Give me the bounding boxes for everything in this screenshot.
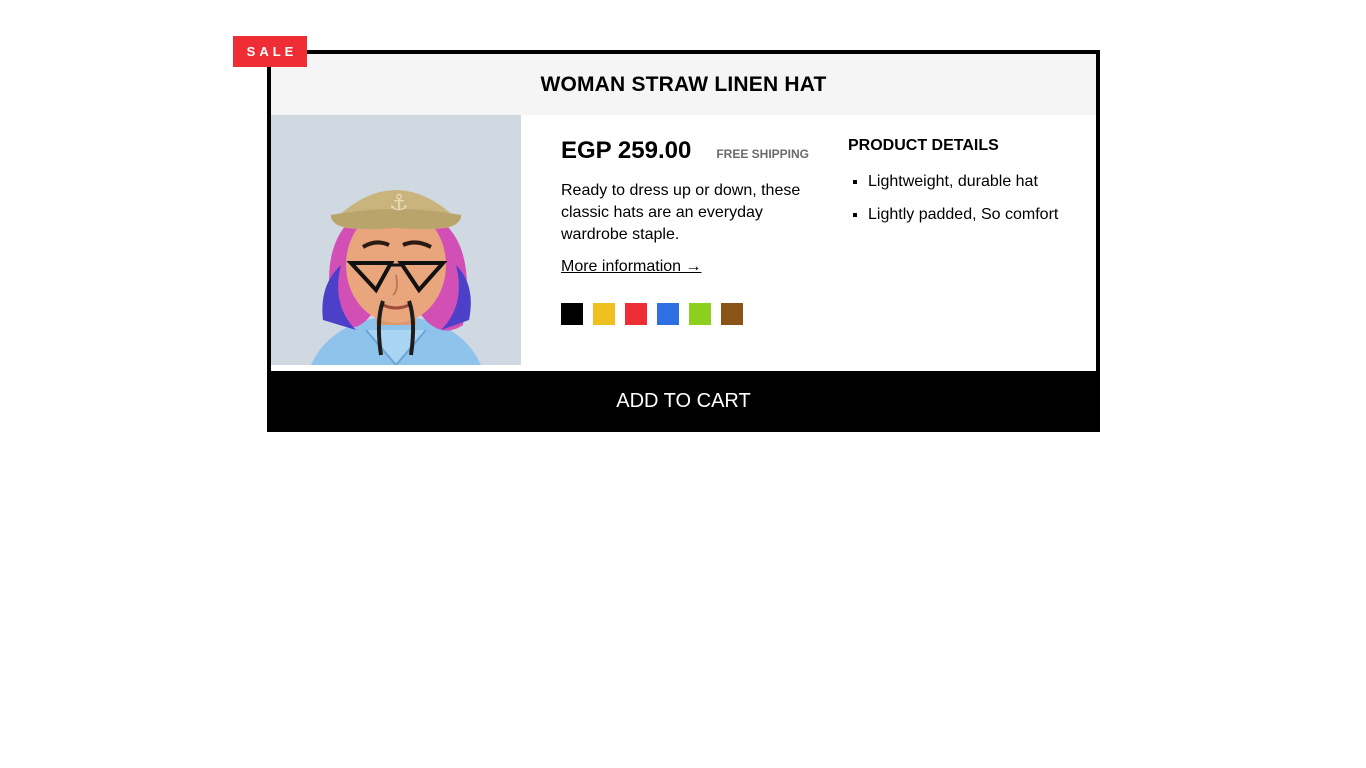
details-list: Lightweight, durable hat Lightly padded,… (868, 173, 1058, 239)
add-to-cart-button[interactable]: ADD TO CART (267, 371, 1100, 432)
product-description: Ready to dress up or down, these classic… (561, 182, 801, 243)
more-information-link[interactable]: More information → (561, 258, 702, 276)
card-header: WOMAN STRAW LINEN HAT (271, 54, 1096, 115)
color-swatch-black[interactable] (561, 303, 583, 325)
details-title: PRODUCT DETAILS (848, 137, 999, 154)
product-card: WOMAN STRAW LINEN HAT ⚓ EGP 259.00 FREE … (267, 50, 1100, 432)
sale-badge: SALE (233, 36, 307, 67)
details-item: Lightly padded, So comfort (868, 206, 1058, 239)
color-swatch-yellow[interactable] (593, 303, 615, 325)
color-swatches (561, 303, 753, 325)
svg-text:⚓: ⚓ (389, 191, 409, 216)
shipping-label: FREE SHIPPING (716, 147, 810, 161)
product-image: ⚓ (271, 115, 521, 365)
price: EGP 259.00 (561, 137, 692, 164)
price-row: EGP 259.00 FREE SHIPPING (561, 137, 821, 165)
details-item: Lightweight, durable hat (868, 173, 1058, 206)
color-swatch-brown[interactable] (721, 303, 743, 325)
color-swatch-green[interactable] (689, 303, 711, 325)
card-body: ⚓ EGP 259.00 FREE SHIPPING Ready to dres… (271, 115, 1096, 367)
color-swatch-red[interactable] (625, 303, 647, 325)
avatar-portrait-image: ⚓ (271, 115, 521, 365)
product-title: WOMAN STRAW LINEN HAT (540, 72, 827, 96)
color-swatch-blue[interactable] (657, 303, 679, 325)
